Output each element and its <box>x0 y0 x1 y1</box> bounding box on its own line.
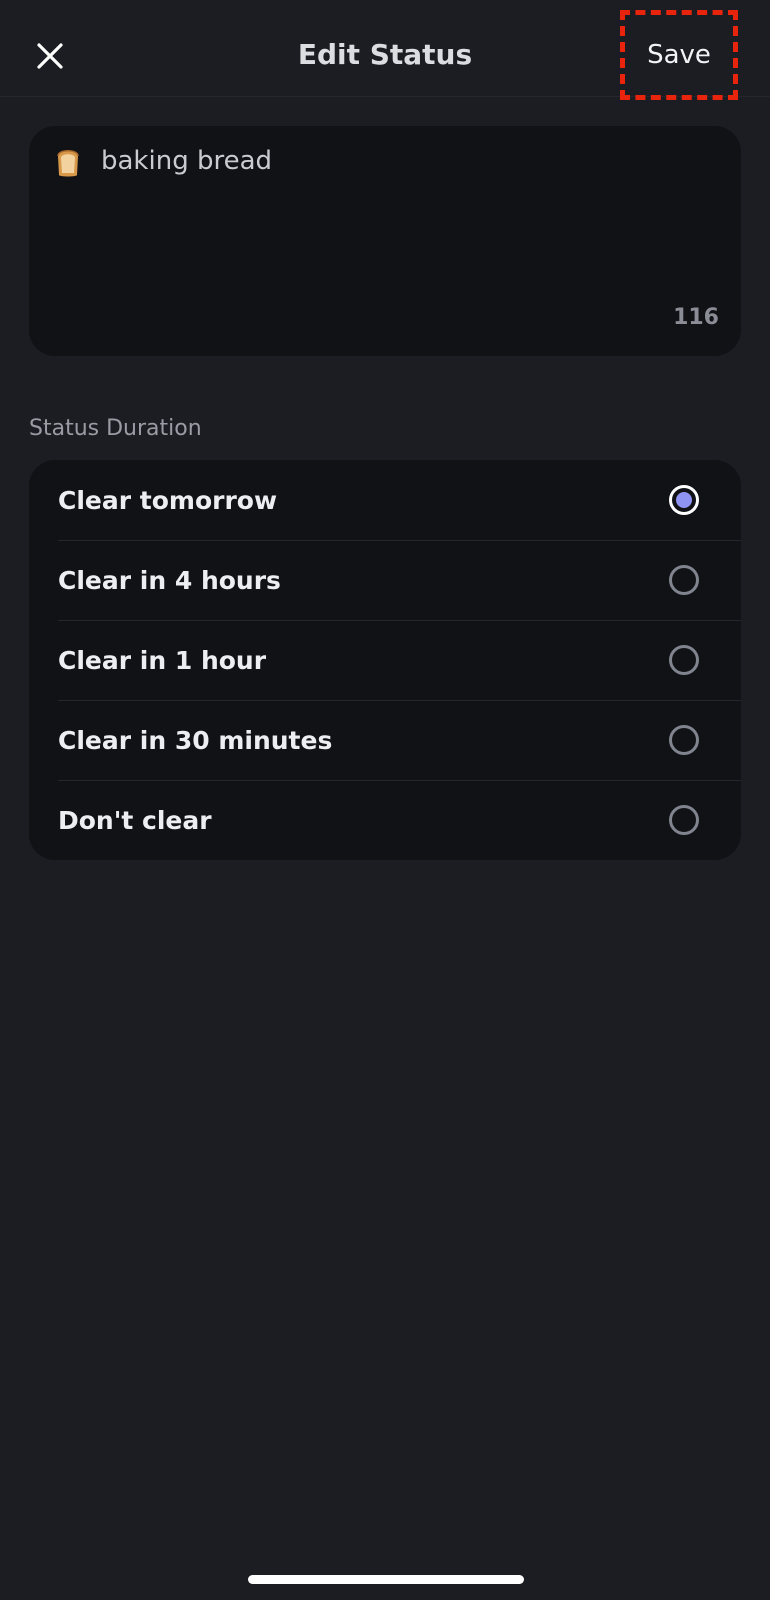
status-input[interactable]: baking bread 116 <box>29 126 741 356</box>
radio-dot <box>676 492 692 508</box>
radio-button-selected[interactable] <box>669 485 699 515</box>
option-dont-clear[interactable]: Don't clear <box>29 780 741 860</box>
option-clear-in-1-hour[interactable]: Clear in 1 hour <box>29 620 741 700</box>
bread-emoji-icon[interactable] <box>53 146 83 178</box>
status-text[interactable]: baking bread <box>101 146 272 176</box>
save-button[interactable]: Save <box>620 10 738 100</box>
duration-options-list: Clear tomorrow Clear in 4 hours Clear in… <box>29 460 741 860</box>
radio-button[interactable] <box>669 805 699 835</box>
home-indicator <box>248 1575 524 1584</box>
header: Edit Status Save <box>0 0 770 100</box>
option-label: Don't clear <box>58 805 212 835</box>
radio-button[interactable] <box>669 725 699 755</box>
option-clear-in-30-minutes[interactable]: Clear in 30 minutes <box>29 700 741 780</box>
status-duration-label: Status Duration <box>29 416 202 441</box>
character-counter: 116 <box>673 305 719 330</box>
edit-status-screen: Edit Status Save baking bread 116 Status… <box>0 0 770 1600</box>
option-clear-in-4-hours[interactable]: Clear in 4 hours <box>29 540 741 620</box>
option-clear-tomorrow[interactable]: Clear tomorrow <box>29 460 741 540</box>
radio-button[interactable] <box>669 565 699 595</box>
option-label: Clear in 1 hour <box>58 645 267 675</box>
option-label: Clear in 30 minutes <box>58 725 333 755</box>
option-label: Clear tomorrow <box>58 485 278 515</box>
option-label: Clear in 4 hours <box>58 565 281 595</box>
radio-button[interactable] <box>669 645 699 675</box>
